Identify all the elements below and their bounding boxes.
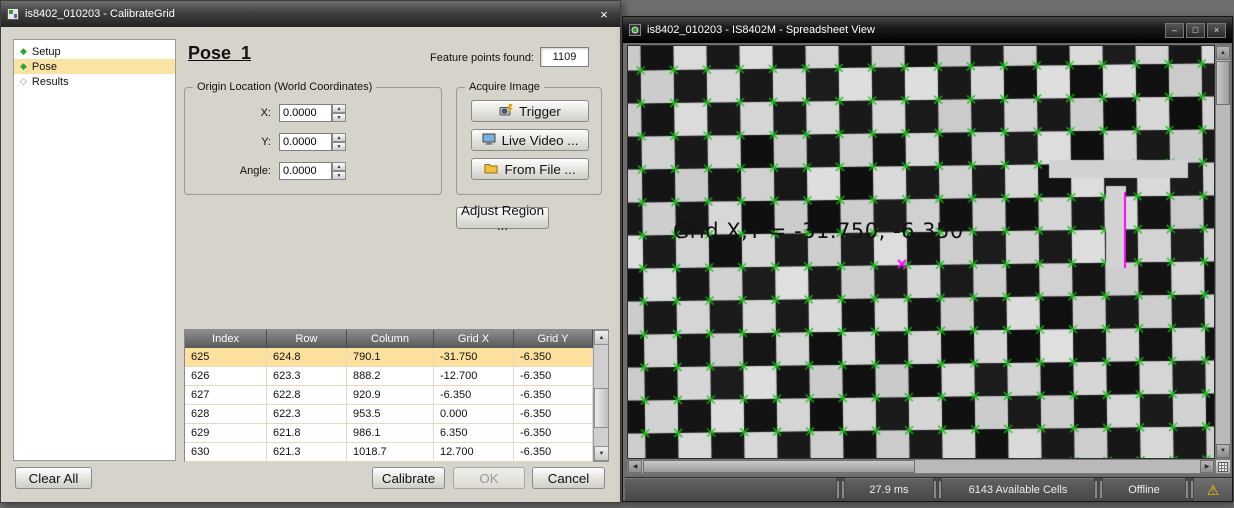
close-icon[interactable]: × [1207, 23, 1226, 38]
table-row[interactable]: 630 621.3 1018.7 12.700 -6.350 [185, 443, 593, 462]
acquisition-time: 27.9 ms [845, 478, 933, 501]
angle-label: Angle: [193, 165, 279, 177]
calibrate-button[interactable]: Calibrate [372, 467, 445, 489]
tree-item-results[interactable]: ◇ Results [14, 74, 175, 89]
view-title-bar[interactable]: is8402_010203 - IS8402M - Spreadsheet Vi… [623, 17, 1232, 43]
table-row[interactable]: 627 622.8 920.9 -6.350 -6.350 [185, 386, 593, 405]
horizontal-scrollbar[interactable]: ◀ ▶ [627, 459, 1215, 474]
scrollbar-thumb[interactable] [1216, 61, 1230, 105]
table-row[interactable]: 626 623.3 888.2 -12.700 -6.350 [185, 367, 593, 386]
spin-down-icon[interactable]: ▼ [332, 142, 346, 151]
calibration-grid-image [627, 45, 1215, 459]
y-stepper[interactable]: ▲ ▼ [332, 133, 346, 151]
step-complete-icon: ◆ [20, 61, 27, 72]
spin-up-icon[interactable]: ▲ [332, 162, 346, 171]
cancel-button[interactable]: Cancel [532, 467, 605, 489]
available-cells: 6143 Available Cells [942, 478, 1094, 501]
live-video-button[interactable]: Live Video ... [471, 129, 589, 151]
col-grid-x[interactable]: Grid X [434, 330, 514, 348]
clear-all-button[interactable]: Clear All [15, 467, 92, 489]
feature-points-value: 1109 [540, 47, 589, 67]
angle-field[interactable] [279, 162, 332, 180]
status-divider [1186, 481, 1193, 498]
calibration-step-tree: ◆ Setup ◆ Pose ◇ Results [13, 39, 176, 461]
status-bar: 27.9 ms 6143 Available Cells Offline ⚠ [625, 477, 1232, 501]
spin-up-icon[interactable]: ▲ [332, 104, 346, 113]
spreadsheet-toggle-icon[interactable] [1215, 459, 1231, 474]
tree-item-label: Setup [32, 46, 61, 58]
trigger-icon [499, 104, 513, 119]
col-grid-y[interactable]: Grid Y [514, 330, 593, 348]
y-label: Y: [193, 136, 279, 148]
spreadsheet-view-window: is8402_010203 - IS8402M - Spreadsheet Vi… [622, 16, 1233, 502]
adjust-region-button[interactable]: Adjust Region ... [456, 207, 549, 229]
from-file-button[interactable]: From File ... [471, 158, 589, 180]
warning-icon: ⚠ [1194, 478, 1232, 501]
y-field[interactable] [279, 133, 332, 151]
table-row[interactable]: 625 624.8 790.1 -31.750 -6.350 [185, 348, 593, 367]
tree-item-label: Results [32, 76, 69, 88]
camera-app-icon [629, 24, 641, 36]
step-pending-icon: ◇ [20, 76, 27, 87]
connection-status: Offline [1103, 478, 1185, 501]
x-stepper[interactable]: ▲ ▼ [332, 104, 346, 122]
status-divider [1095, 481, 1102, 498]
spin-down-icon[interactable]: ▼ [332, 113, 346, 122]
col-index[interactable]: Index [185, 330, 267, 348]
angle-stepper[interactable]: ▲ ▼ [332, 162, 346, 180]
acquire-image-group: Acquire Image Trigger Live Video ... Fro… [456, 87, 602, 195]
window-title: is8402_010203 - IS8402M - Spreadsheet Vi… [647, 24, 1165, 36]
status-divider [934, 481, 941, 498]
table-header: Index Row Column Grid X Grid Y [185, 330, 593, 348]
calibrate-title-bar[interactable]: is8402_010203 - CalibrateGrid × [1, 1, 620, 27]
folder-icon [484, 162, 498, 177]
scroll-right-icon[interactable]: ▶ [1200, 460, 1214, 473]
vertical-scrollbar[interactable]: ▲ ▼ [1215, 45, 1231, 459]
scrollbar-thumb[interactable] [594, 388, 609, 428]
status-divider [837, 481, 844, 498]
live-video-icon [482, 133, 496, 148]
ok-button: OK [453, 467, 525, 489]
tree-item-label: Pose [32, 61, 57, 73]
minimize-icon[interactable]: – [1165, 23, 1184, 38]
x-field[interactable] [279, 104, 332, 122]
calibrate-grid-window: is8402_010203 - CalibrateGrid × ◆ Setup … [0, 0, 621, 503]
x-label: X: [193, 107, 279, 119]
grid-xy-overlay: Grid X,Y = -31.750, -6.350 [673, 219, 964, 243]
app-icon [7, 8, 19, 20]
acquire-group-title: Acquire Image [465, 81, 544, 93]
spin-down-icon[interactable]: ▼ [332, 171, 346, 180]
status-message-area [625, 478, 836, 501]
scroll-left-icon[interactable]: ◀ [628, 460, 642, 473]
table-row[interactable]: 629 621.8 986.1 6.350 -6.350 [185, 424, 593, 443]
tree-item-setup[interactable]: ◆ Setup [14, 44, 175, 59]
col-column[interactable]: Column [347, 330, 434, 348]
scroll-up-icon[interactable]: ▲ [594, 330, 609, 345]
page-title: Pose 1 [188, 43, 251, 64]
origin-location-group: Origin Location (World Coordinates) X: ▲… [184, 87, 442, 195]
window-title: is8402_010203 - CalibrateGrid [25, 8, 594, 20]
trigger-button[interactable]: Trigger [471, 100, 589, 122]
table-row[interactable]: 628 622.3 953.5 0.000 -6.350 [185, 405, 593, 424]
table-scrollbar[interactable]: ▲ ▼ [593, 330, 608, 461]
maximize-icon[interactable]: □ [1186, 23, 1205, 38]
feature-points-label: Feature points found: [416, 52, 534, 64]
col-row[interactable]: Row [267, 330, 347, 348]
origin-group-title: Origin Location (World Coordinates) [193, 81, 376, 93]
scroll-up-icon[interactable]: ▲ [1216, 46, 1230, 60]
step-complete-icon: ◆ [20, 46, 27, 57]
scrollbar-thumb[interactable] [643, 460, 915, 473]
close-icon[interactable]: × [594, 5, 614, 23]
scroll-down-icon[interactable]: ▼ [594, 446, 609, 461]
tree-item-pose[interactable]: ◆ Pose [14, 59, 175, 74]
spin-up-icon[interactable]: ▲ [332, 133, 346, 142]
feature-points-table: Index Row Column Grid X Grid Y 625 624.8… [184, 329, 609, 462]
scroll-down-icon[interactable]: ▼ [1216, 444, 1230, 458]
